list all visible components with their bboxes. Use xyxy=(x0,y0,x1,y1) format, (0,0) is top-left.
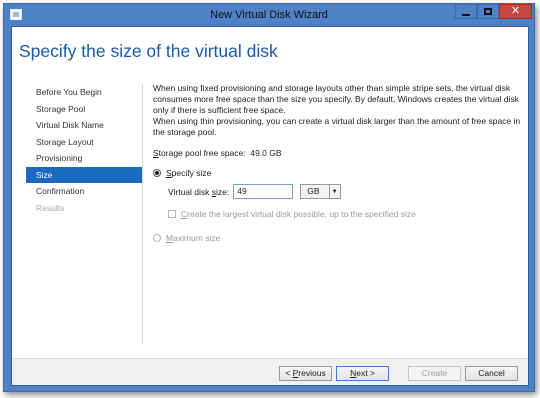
next-button[interactable]: Next > xyxy=(336,366,389,381)
previous-button-prefix: < xyxy=(285,368,293,378)
specify-size-radio[interactable] xyxy=(153,169,161,177)
free-space-label: torage pool free space: xyxy=(158,148,246,158)
nav-divider xyxy=(142,84,143,344)
specify-size-label: Specify size xyxy=(166,168,211,178)
nav-step-size[interactable]: Size xyxy=(26,166,143,183)
storage-pool-free-space: Storage pool free space: 49.0 GB xyxy=(153,148,523,159)
nav-step-confirmation[interactable]: Confirmation xyxy=(26,183,143,200)
maximum-size-label: Maximum size xyxy=(166,233,220,243)
largest-possible-checkbox xyxy=(168,210,176,218)
largest-possible-label-text: reate the largest virtual disk possible,… xyxy=(187,209,416,219)
wizard-window: New Virtual Disk Wizard ✕ Specify the si… xyxy=(3,3,535,392)
description-line: the storage pool. xyxy=(153,127,217,137)
virtual-disk-size-label: Virtual disk size: xyxy=(168,187,229,197)
specify-size-label-text: pecify size xyxy=(171,168,212,178)
virtual-disk-size-input[interactable]: 49 xyxy=(233,184,294,199)
size-unit-select[interactable]: GB ▼ xyxy=(300,184,341,199)
description-line: consumes more free space than the size y… xyxy=(153,94,519,104)
wizard-step-nav: Before You Begin Storage Pool Virtual Di… xyxy=(26,84,143,216)
minimize-button[interactable] xyxy=(455,4,477,19)
virtual-disk-size-row: Virtual disk size: 49 GB ▼ xyxy=(168,184,523,199)
nav-step-provisioning[interactable]: Provisioning xyxy=(26,150,143,167)
cancel-button[interactable]: Cancel xyxy=(465,366,518,381)
nav-step-results: Results xyxy=(36,202,65,213)
dropdown-arrow-icon[interactable]: ▼ xyxy=(328,185,340,198)
minimize-icon xyxy=(462,13,470,16)
maximize-icon xyxy=(484,8,492,15)
wizard-client-area: Specify the size of the virtual disk Bef… xyxy=(11,26,529,386)
title-bar[interactable]: New Virtual Disk Wizard ✕ xyxy=(4,4,534,26)
create-button: Create xyxy=(408,366,461,381)
size-unit-value: GB xyxy=(307,186,320,196)
virtual-disk-size-label-start: Virtual disk xyxy=(168,186,212,197)
nav-step-before-you-begin[interactable]: Before You Begin xyxy=(26,84,143,101)
close-icon: ✕ xyxy=(510,5,521,17)
wizard-footer: < Previous Next > Create Cancel xyxy=(12,359,528,385)
nav-step-storage-layout[interactable]: Storage Layout xyxy=(26,134,143,151)
virtual-disk-size-label-end: ize: xyxy=(216,186,230,197)
provisioning-description: When using fixed provisioning and storag… xyxy=(153,83,523,138)
close-button[interactable]: ✕ xyxy=(499,4,532,19)
maximum-size-label-text: aximum size xyxy=(173,233,221,243)
previous-button-label: revious xyxy=(298,368,326,378)
free-space-value: 49.0 GB xyxy=(250,148,282,158)
nav-step-storage-pool[interactable]: Storage Pool xyxy=(26,101,143,118)
description-line: only if there is sufficient free space. xyxy=(153,105,286,115)
largest-possible-label: Create the largest virtual disk possible… xyxy=(181,209,416,219)
description-line: When using thin provisioning, you can cr… xyxy=(153,116,521,126)
size-content-panel: When using fixed provisioning and storag… xyxy=(153,83,523,244)
maximum-size-option: Maximum size xyxy=(153,232,523,244)
specify-size-option[interactable]: Specify size xyxy=(153,167,523,179)
description-line: When using fixed provisioning and storag… xyxy=(153,83,511,93)
largest-possible-option: Create the largest virtual disk possible… xyxy=(168,208,523,220)
maximum-size-radio xyxy=(153,234,161,242)
maximize-button[interactable] xyxy=(477,4,499,19)
nav-step-virtual-disk-name[interactable]: Virtual Disk Name xyxy=(26,117,143,134)
next-button-label: ext > xyxy=(356,368,375,378)
previous-button[interactable]: < Previous xyxy=(279,366,332,381)
page-title: Specify the size of the virtual disk xyxy=(19,41,278,61)
